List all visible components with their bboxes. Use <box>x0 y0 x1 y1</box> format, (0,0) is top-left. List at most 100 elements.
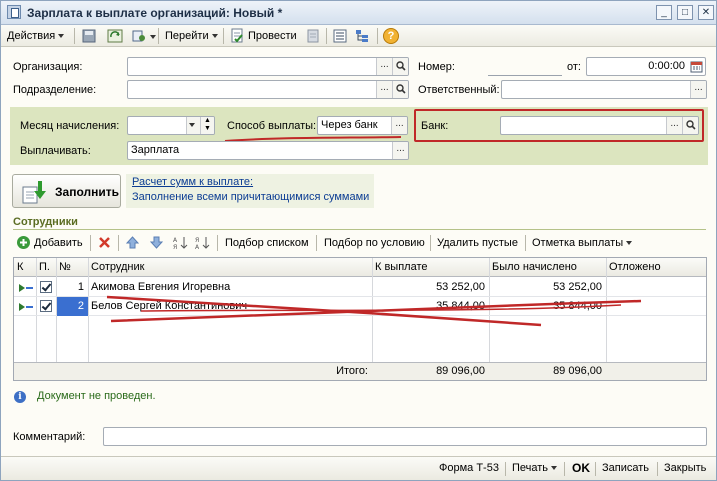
column-header-p[interactable]: П. <box>36 258 56 277</box>
actions-menu[interactable]: Действия <box>7 28 65 44</box>
row-status-icon <box>19 284 33 292</box>
date-field[interactable]: 0:00:00 <box>586 57 706 76</box>
employees-section-title: Сотрудники <box>13 216 78 228</box>
column-header-k[interactable]: К <box>14 258 36 277</box>
department-select-button[interactable]: ... <box>376 81 392 98</box>
select-list-button[interactable]: Подбор списком <box>225 237 309 249</box>
structure-icon[interactable] <box>131 28 147 44</box>
red-strikethrough-annotation <box>106 295 642 327</box>
ok-button[interactable]: OK <box>572 461 590 475</box>
date-value: 0:00:00 <box>648 60 685 72</box>
total-accrued: 89 096,00 <box>553 365 602 377</box>
column-header-to-pay[interactable]: К выплате <box>372 258 489 277</box>
toolbar-separator <box>74 28 75 44</box>
pay-type-select-button[interactable]: ... <box>392 142 408 159</box>
payment-method-field[interactable]: Через банк ... <box>317 116 408 135</box>
svg-text:A: A <box>173 237 178 244</box>
close-button[interactable]: Закрыть <box>664 462 706 474</box>
toolbar-separator <box>377 28 378 44</box>
move-down-icon[interactable] <box>150 236 163 249</box>
calendar-icon[interactable] <box>690 60 703 73</box>
unpost-icon[interactable] <box>305 28 321 44</box>
toolbar-separator <box>118 235 119 251</box>
calc-link[interactable]: Расчет сумм к выплате: <box>132 176 253 188</box>
month-dropdown-button[interactable] <box>186 117 200 134</box>
save-disk-icon[interactable] <box>81 28 97 44</box>
organization-search-button[interactable] <box>392 58 408 75</box>
number-underline <box>488 75 562 76</box>
post-document-icon[interactable] <box>229 28 245 44</box>
table-header: К П. № Сотрудник К выплате Было начислен… <box>14 258 706 277</box>
calc-description: Заполнение всеми причитающимися суммами <box>132 191 370 203</box>
payment-mark-menu[interactable]: Отметка выплаты <box>532 237 633 249</box>
add-icon[interactable] <box>16 235 31 250</box>
department-search-button[interactable] <box>392 81 408 98</box>
list-view-icon[interactable] <box>332 28 348 44</box>
goto-menu-label: Перейти <box>165 30 209 42</box>
payment-method-label: Способ выплаты: <box>227 120 317 132</box>
table-totals: Итого: 89 096,00 89 096,00 <box>14 362 706 380</box>
column-header-deferred[interactable]: Отложено <box>606 258 706 277</box>
month-spin-button[interactable]: ▲ ▼ <box>200 117 214 134</box>
pay-type-field[interactable]: Зарплата ... <box>127 141 409 160</box>
document-status-text: Документ не проведен. <box>37 390 156 402</box>
row-checkbox[interactable] <box>40 300 52 312</box>
number-label: Номер: <box>418 61 455 73</box>
department-field[interactable]: ... <box>127 80 409 99</box>
column-header-accrued[interactable]: Было начислено <box>489 258 606 277</box>
close-window-button[interactable]: ✕ <box>698 5 714 20</box>
save-button[interactable]: Записать <box>602 462 649 474</box>
goto-menu[interactable]: Перейти <box>165 28 218 44</box>
actions-menu-label: Действия <box>7 30 56 42</box>
refresh-icon[interactable] <box>107 28 123 44</box>
bottom-separator <box>657 462 658 476</box>
column-header-employee[interactable]: Сотрудник <box>88 258 372 277</box>
print-form-button[interactable]: Форма Т-53 <box>439 462 499 474</box>
section-divider <box>13 229 706 230</box>
column-header-number[interactable]: № <box>56 258 88 277</box>
calc-info-box: Расчет сумм к выплате: Заполнение всеми … <box>126 174 374 208</box>
pay-type-label: Выплачивать: <box>20 145 91 157</box>
toolbar-separator <box>430 235 431 251</box>
add-row-button[interactable]: Добавить <box>34 237 83 249</box>
delete-empty-button[interactable]: Удалить пустые <box>437 237 518 249</box>
toolbar-separator <box>158 28 159 44</box>
sort-descending-icon[interactable]: ЯA <box>195 235 210 250</box>
move-up-icon[interactable] <box>126 236 139 249</box>
svg-text:Я: Я <box>195 237 199 244</box>
info-icon: i <box>14 391 26 403</box>
organization-select-button[interactable]: ... <box>376 58 392 75</box>
organization-field[interactable]: ... <box>127 57 409 76</box>
maximize-button[interactable]: □ <box>677 5 693 20</box>
comment-field[interactable] <box>103 427 707 446</box>
hierarchy-icon[interactable] <box>354 28 370 44</box>
toolbar-separator <box>525 235 526 251</box>
row-number: 1 <box>77 281 84 293</box>
comment-label: Комментарий: <box>13 431 86 443</box>
accrual-month-field[interactable]: ▲ ▼ <box>127 116 215 135</box>
responsible-field[interactable]: ... <box>501 80 707 99</box>
minimize-button[interactable]: _ <box>656 5 672 20</box>
help-icon[interactable]: ? <box>383 28 399 44</box>
svg-text:Я: Я <box>173 244 177 250</box>
print-menu[interactable]: Печать <box>512 462 558 474</box>
row-checkbox[interactable] <box>40 281 52 293</box>
bottom-separator <box>564 462 565 476</box>
post-button[interactable]: Провести <box>248 28 297 44</box>
toolbar-separator <box>326 28 327 44</box>
delete-icon[interactable] <box>98 236 111 249</box>
fill-icon <box>22 181 46 204</box>
sort-ascending-icon[interactable]: AЯ <box>173 235 188 250</box>
responsible-label: Ответственный: <box>418 84 500 96</box>
select-condition-button[interactable]: Подбор по условию <box>324 237 425 249</box>
search-icon <box>395 61 406 71</box>
toolbar-separator <box>90 235 91 251</box>
main-toolbar: Действия Перейти Провести ? <box>1 25 716 47</box>
payment-method-select-button[interactable]: ... <box>391 117 407 134</box>
fill-button[interactable]: Заполнить <box>12 174 121 208</box>
bank-highlight-annotation <box>414 109 704 142</box>
chevron-down-icon[interactable] <box>150 35 156 39</box>
total-label: Итого: <box>336 365 368 377</box>
responsible-select-button[interactable]: ... <box>690 81 706 98</box>
row-number: 2 <box>57 297 88 316</box>
